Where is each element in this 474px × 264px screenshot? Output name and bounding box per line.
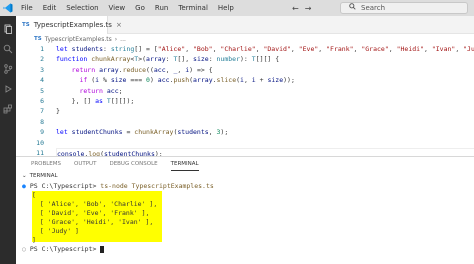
- back-arrow-icon[interactable]: ←: [292, 4, 299, 13]
- menu-bar: File Edit Selection View Go Run Terminal…: [16, 0, 239, 16]
- menu-terminal[interactable]: Terminal: [173, 0, 213, 16]
- tab-problems[interactable]: PROBLEMS: [31, 157, 61, 171]
- line-number: 9: [40, 128, 44, 137]
- menu-view[interactable]: View: [104, 0, 131, 16]
- breadcrumb-scope[interactable]: ...: [120, 36, 126, 43]
- code-line[interactable]: }, [] as T[][]);: [56, 96, 474, 106]
- tab-typescript-examples[interactable]: TS TypescriptExamples.ts ×: [16, 16, 122, 34]
- terminal[interactable]: ● PS C:\Typescript> ts-node TypescriptEx…: [22, 182, 214, 254]
- terminal-section-header[interactable]: ⌄ TERMINAL: [16, 171, 474, 181]
- panel-tabs: PROBLEMS OUTPUT DEBUG CONSOLE TERMINAL: [16, 157, 212, 171]
- line-number: 7: [40, 107, 44, 116]
- command-status-dot-icon: ●: [22, 182, 26, 190]
- menu-edit[interactable]: Edit: [38, 0, 62, 16]
- tab-output[interactable]: OUTPUT: [74, 157, 96, 171]
- line-number: 4: [40, 76, 44, 85]
- terminal-output-line: [ 'David', 'Eve', 'Frank' ],: [32, 209, 150, 217]
- tab-debug-console[interactable]: DEBUG CONSOLE: [109, 157, 157, 171]
- code-editor[interactable]: 1 2 3 4 5 6 7 8 9 10 11 let students: st…: [16, 44, 474, 159]
- title-bar: File Edit Selection View Go Run Terminal…: [0, 0, 474, 16]
- code-line[interactable]: if (i % size === 0) acc.push(array.slice…: [56, 75, 474, 85]
- tab-terminal[interactable]: TERMINAL: [170, 157, 199, 171]
- menu-run[interactable]: Run: [150, 0, 173, 16]
- editor-tab-bar: TS TypescriptExamples.ts ×: [16, 16, 474, 34]
- line-number-gutter: 1 2 3 4 5 6 7 8 9 10 11: [16, 44, 48, 158]
- explorer-icon[interactable]: [3, 24, 13, 34]
- prompt-dot-icon: ○: [22, 245, 26, 253]
- typescript-file-icon: TS: [34, 36, 42, 42]
- terminal-command: ts-node TypescriptExamples.ts: [100, 182, 214, 190]
- terminal-final-prompt-line[interactable]: ○ PS C:\Typescript>: [22, 245, 214, 254]
- terminal-output-line: [ 'Judy' ]: [32, 227, 79, 235]
- code-line[interactable]: return array.reduce((acc, _, i) => {: [56, 65, 474, 75]
- terminal-output-line: ]: [32, 236, 36, 244]
- line-number: 2: [40, 55, 44, 64]
- search-icon: [349, 3, 356, 12]
- search-placeholder: Search: [361, 4, 386, 12]
- menu-help[interactable]: Help: [213, 0, 239, 16]
- code-line[interactable]: let studentChunks = chunkArray(students,…: [56, 127, 474, 137]
- terminal-command-line: ● PS C:\Typescript> ts-node TypescriptEx…: [22, 182, 214, 191]
- line-number: 5: [40, 86, 44, 95]
- terminal-section-title: TERMINAL: [29, 173, 58, 179]
- terminal-output-line: [ 'Grace', 'Heidi', 'Ivan' ],: [32, 218, 154, 226]
- vscode-logo-icon: [0, 0, 16, 16]
- code-lines[interactable]: let students: string[] = ["Alice", "Bob"…: [56, 44, 474, 159]
- breadcrumb-file[interactable]: TypescriptExamples.ts: [45, 36, 112, 43]
- code-line[interactable]: function chunkArray<T>(array: T[], size:…: [56, 54, 474, 64]
- line-number: 8: [40, 117, 44, 126]
- terminal-output: [ [ 'Alice', 'Bob', 'Charlie' ], [ 'Davi…: [22, 191, 214, 245]
- code-line[interactable]: ​: [56, 138, 474, 148]
- menu-file[interactable]: File: [16, 0, 38, 16]
- search-icon[interactable]: [3, 44, 13, 54]
- menu-go[interactable]: Go: [130, 0, 150, 16]
- source-control-icon[interactable]: [3, 64, 13, 74]
- chevron-right-icon: ›: [114, 35, 118, 43]
- terminal-final-prompt: PS C:\Typescript>: [29, 245, 97, 253]
- nav-arrows: ← →: [292, 0, 311, 16]
- breadcrumb: TS TypescriptExamples.ts › ...: [16, 34, 126, 44]
- typescript-file-icon: TS: [22, 22, 30, 28]
- line-number: 1: [40, 45, 44, 53]
- menu-selection[interactable]: Selection: [61, 0, 103, 16]
- close-icon[interactable]: ×: [116, 21, 122, 29]
- line-number: 6: [40, 96, 44, 105]
- terminal-output-line: [: [32, 191, 36, 199]
- code-line[interactable]: let students: string[] = ["Alice", "Bob"…: [56, 44, 474, 54]
- forward-arrow-icon[interactable]: →: [305, 4, 312, 13]
- search-input[interactable]: Search: [340, 2, 468, 14]
- code-line[interactable]: return acc;: [56, 86, 474, 96]
- code-line[interactable]: ​: [56, 117, 474, 127]
- extensions-icon[interactable]: [3, 104, 13, 114]
- tab-label: TypescriptExamples.ts: [33, 21, 112, 29]
- chevron-down-icon: ⌄: [22, 173, 27, 179]
- terminal-prompt: PS C:\Typescript>: [29, 182, 97, 190]
- terminal-cursor: [100, 245, 105, 253]
- terminal-output-line: [ 'Alice', 'Bob', 'Charlie' ],: [32, 200, 158, 208]
- line-number: 3: [40, 65, 44, 74]
- code-line[interactable]: }: [56, 106, 474, 116]
- line-number: 10: [36, 138, 44, 147]
- run-debug-icon[interactable]: [3, 84, 13, 94]
- activity-bar: [0, 16, 16, 264]
